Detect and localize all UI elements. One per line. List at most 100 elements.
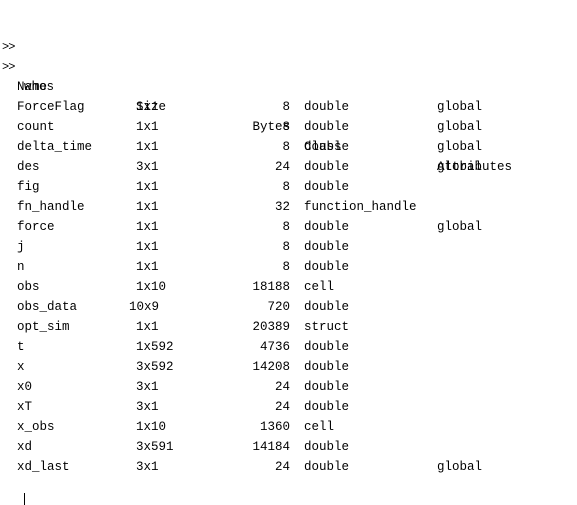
variable-name: delta_time — [17, 140, 93, 154]
variable-size: 1x1 — [136, 180, 159, 194]
console-prompt-line-whos: >> whos — [0, 37, 577, 94]
variable-class: double — [304, 160, 350, 174]
table-row: ForceFlag 1x1 8 double global — [0, 97, 577, 117]
table-row: x_obs 1x10 1360 cell — [0, 417, 577, 437]
variable-size: 1x1 — [136, 120, 159, 134]
variable-class: double — [304, 400, 350, 414]
variable-size: 1x1 — [136, 140, 159, 154]
variable-bytes: 24 — [274, 160, 290, 174]
variable-size: 1x10 — [136, 420, 167, 434]
variable-name: t — [17, 340, 25, 354]
table-row: xd_last 3x1 24 double global — [0, 457, 577, 477]
text-cursor[interactable] — [24, 493, 25, 505]
variable-name: x — [17, 360, 25, 374]
variable-bytes: 8 — [282, 100, 290, 114]
variable-bytes: 4736 — [259, 340, 290, 354]
variable-name: opt_sim — [17, 320, 70, 334]
variable-bytes: 8 — [282, 260, 290, 274]
variable-size: 1x1 — [136, 200, 159, 214]
variable-name: x_obs — [17, 420, 55, 434]
table-row: force 1x1 8 double global — [0, 217, 577, 237]
variable-name: count — [17, 120, 55, 134]
table-row: delta_time 1x1 8 double global — [0, 137, 577, 157]
variable-class: struct — [304, 320, 350, 334]
variable-name: j — [17, 240, 25, 254]
variable-name: obs_data — [17, 300, 78, 314]
variable-bytes: 20389 — [252, 320, 290, 334]
variable-bytes: 24 — [274, 460, 290, 474]
variable-class: cell — [304, 280, 335, 294]
variable-class: double — [304, 460, 350, 474]
variable-class: double — [304, 120, 350, 134]
table-row: x 3x592 14208 double — [0, 357, 577, 377]
variable-class: function_handle — [304, 200, 417, 214]
table-row: count 1x1 8 double global — [0, 117, 577, 137]
variable-size: 1x1 — [136, 220, 159, 234]
variable-class: double — [304, 300, 350, 314]
variable-bytes: 8 — [282, 220, 290, 234]
variable-name: obs — [17, 280, 40, 294]
variable-size: 1x1 — [136, 320, 159, 334]
variable-bytes: 8 — [282, 180, 290, 194]
variable-bytes: 8 — [282, 140, 290, 154]
variable-class: double — [304, 360, 350, 374]
variable-attributes: global — [437, 220, 483, 234]
header-name: Name — [17, 80, 48, 94]
whos-header-row: Name Size Bytes Class Attributes — [0, 57, 577, 174]
table-row: obs_data 10x9 720 double — [0, 297, 577, 317]
variable-size: 3x591 — [136, 440, 174, 454]
variable-bytes: 18188 — [252, 280, 290, 294]
table-row: des 3x1 24 double global — [0, 157, 577, 177]
variable-bytes: 14184 — [252, 440, 290, 454]
variable-class: cell — [304, 420, 335, 434]
variable-name: xd_last — [17, 460, 70, 474]
variable-size: 1x10 — [136, 280, 167, 294]
variable-name: force — [17, 220, 55, 234]
variable-class: double — [304, 440, 350, 454]
variable-attributes: global — [437, 140, 483, 154]
variable-attributes: global — [437, 160, 483, 174]
table-row: n 1x1 8 double — [0, 257, 577, 277]
variable-name: n — [17, 260, 25, 274]
variable-attributes: global — [437, 120, 483, 134]
variable-class: double — [304, 260, 350, 274]
variable-class: double — [304, 240, 350, 254]
variable-bytes: 32 — [274, 200, 290, 214]
variable-name: des — [17, 160, 40, 174]
variable-name: xd — [17, 440, 33, 454]
table-row: opt_sim 1x1 20389 struct — [0, 317, 577, 337]
variable-bytes: 8 — [282, 120, 290, 134]
variable-size: 3x1 — [136, 400, 159, 414]
variable-class: double — [304, 340, 350, 354]
variable-size: 1x1 — [136, 260, 159, 274]
table-row: j 1x1 8 double — [0, 237, 577, 257]
variable-size: 3x1 — [136, 380, 159, 394]
table-row: fn_handle 1x1 32 function_handle — [0, 197, 577, 217]
variable-size: 3x1 — [136, 460, 159, 474]
variable-size: 1x592 — [136, 340, 174, 354]
variable-name: ForceFlag — [17, 100, 85, 114]
variable-class: double — [304, 220, 350, 234]
variable-size: 1x1 — [136, 100, 159, 114]
variable-name: fig — [17, 180, 40, 194]
variable-bytes: 8 — [282, 240, 290, 254]
table-row: xT 3x1 24 double — [0, 397, 577, 417]
variable-size: 3x1 — [136, 160, 159, 174]
variable-class: double — [304, 380, 350, 394]
variable-attributes: global — [437, 460, 483, 474]
variable-name: x0 — [17, 380, 33, 394]
console-prompt-line-empty: >> — [0, 17, 577, 54]
variable-bytes: 14208 — [252, 360, 290, 374]
variable-size: 10x9 — [129, 300, 160, 314]
variable-name: xT — [17, 400, 33, 414]
table-row: obs 1x10 18188 cell — [0, 277, 577, 297]
variable-bytes: 24 — [274, 400, 290, 414]
variable-bytes: 720 — [267, 300, 290, 314]
variable-size: 1x1 — [136, 240, 159, 254]
table-row: t 1x592 4736 double — [0, 337, 577, 357]
variable-size: 3x592 — [136, 360, 174, 374]
variable-name: fn_handle — [17, 200, 85, 214]
variable-class: double — [304, 140, 350, 154]
table-row: xd 3x591 14184 double — [0, 437, 577, 457]
whos-table-body: ForceFlag 1x1 8 double global count 1x1 8 double… — [0, 97, 577, 477]
